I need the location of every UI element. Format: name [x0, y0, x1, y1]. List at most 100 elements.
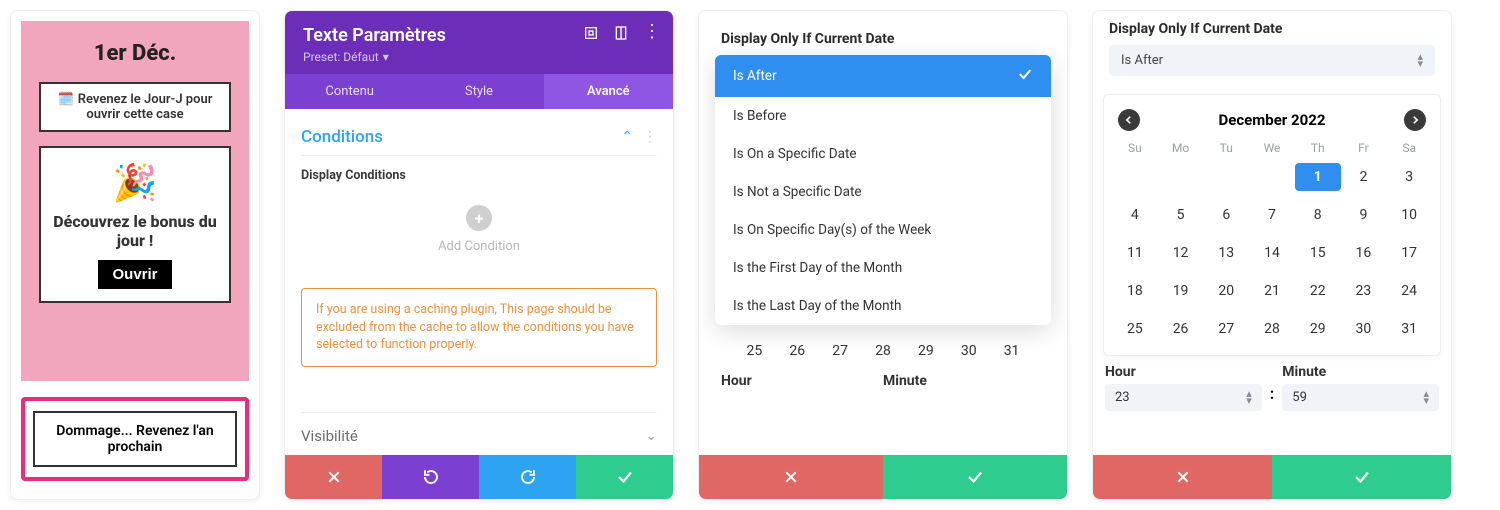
calendar-day[interactable]: 9: [1341, 201, 1387, 229]
calendar-day[interactable]: 28: [1249, 315, 1295, 343]
time-inputs: Hour 23 ▴▾ : Minute 59 ▴▾: [1093, 364, 1451, 421]
calendar-day[interactable]: 5: [1158, 201, 1204, 229]
month-title: December 2022: [1219, 111, 1326, 129]
calendar-day[interactable]: 10: [1386, 201, 1432, 229]
weekday-label: Fr: [1341, 141, 1387, 155]
weekday-label: Su: [1112, 141, 1158, 155]
condition-calendar-panel: Display Only If Current Date Is After ▴▾…: [1092, 10, 1452, 500]
calendar-day[interactable]: 27: [819, 343, 862, 359]
calendar-day[interactable]: 29: [1295, 315, 1341, 343]
select-value: Is After: [1121, 53, 1163, 68]
dropdown-option[interactable]: Is the First Day of the Month: [715, 249, 1051, 287]
hour-input[interactable]: 23 ▴▾: [1105, 384, 1262, 411]
calendar-day[interactable]: 30: [1341, 315, 1387, 343]
calendar-day[interactable]: 12: [1158, 239, 1204, 267]
save-button[interactable]: [883, 455, 1067, 499]
expand-icon[interactable]: [583, 25, 599, 45]
minute-value: 59: [1292, 390, 1307, 405]
condition-heading: Display Only If Current Date: [721, 31, 1051, 47]
calendar-day[interactable]: 22: [1295, 277, 1341, 305]
tab-advanced[interactable]: Avancé: [544, 74, 673, 109]
calendar-day[interactable]: 31: [990, 343, 1033, 359]
stepper-icon: ▴▾: [1423, 391, 1429, 404]
calendar-day[interactable]: 28: [862, 343, 905, 359]
calendar-day[interactable]: 21: [1249, 277, 1295, 305]
calendar-day[interactable]: 30: [947, 343, 990, 359]
calendar-day[interactable]: 25: [733, 343, 776, 359]
dropdown-option[interactable]: Is Not a Specific Date: [715, 173, 1051, 211]
calendar-day[interactable]: 19: [1158, 277, 1204, 305]
calendar-day[interactable]: 2: [1341, 163, 1387, 191]
missed-box[interactable]: Dommage... Revenez l'an prochain: [33, 411, 237, 467]
dropdown-option[interactable]: Is Before: [715, 97, 1051, 135]
cancel-button[interactable]: [285, 455, 382, 499]
tab-style[interactable]: Style: [414, 74, 543, 109]
chevron-down-icon: ⌄: [645, 428, 657, 444]
settings-tabs: Contenu Style Avancé: [285, 74, 673, 109]
minute-label: Minute: [1282, 364, 1439, 380]
calendar-icon: 🗓️: [58, 92, 74, 107]
calendar-day[interactable]: 15: [1295, 239, 1341, 267]
calendar-day[interactable]: 26: [776, 343, 819, 359]
cancel-button[interactable]: [699, 455, 883, 499]
dropdown-option[interactable]: Is After: [715, 55, 1051, 97]
display-conditions-label: Display Conditions: [301, 168, 657, 183]
save-button[interactable]: [576, 455, 673, 499]
calendar-day[interactable]: 6: [1203, 201, 1249, 229]
hour-label: Hour: [1105, 364, 1262, 380]
calendar-day[interactable]: 23: [1341, 277, 1387, 305]
add-condition[interactable]: + Add Condition: [301, 205, 657, 254]
calendar-day[interactable]: 4: [1112, 201, 1158, 229]
layout-icon[interactable]: [613, 25, 629, 45]
condition-select[interactable]: Is After ▴▾: [1109, 45, 1435, 76]
calendar-day[interactable]: 27: [1203, 315, 1249, 343]
dropdown-option[interactable]: Is On a Specific Date: [715, 135, 1051, 173]
weekday-label: Tu: [1203, 141, 1249, 155]
dropdown-option[interactable]: Is the Last Day of the Month: [715, 287, 1051, 325]
tab-content[interactable]: Contenu: [285, 74, 414, 109]
date-title: 1er Déc.: [94, 41, 176, 66]
action-footer: [1093, 455, 1451, 499]
time-colon: :: [1270, 384, 1275, 411]
calendar: December 2022 SuMoTuWeThFrSa 12345678910…: [1103, 94, 1441, 356]
calendar-day[interactable]: 24: [1386, 277, 1432, 305]
dropdown-option[interactable]: Is On Specific Day(s) of the Week: [715, 211, 1051, 249]
prev-month-button[interactable]: [1118, 109, 1140, 131]
cancel-button[interactable]: [1093, 455, 1272, 499]
calendar-day[interactable]: 8: [1295, 201, 1341, 229]
visibility-section-header[interactable]: Visibilité ⌄: [301, 412, 657, 455]
calendar-day[interactable]: 31: [1386, 315, 1432, 343]
stepper-icon: ▴▾: [1246, 391, 1252, 404]
settings-body: Conditions ⌃ ⋮ Display Conditions + Add …: [285, 109, 673, 455]
section-more-icon[interactable]: ⋮: [643, 129, 657, 145]
header-icons: ⋮: [583, 25, 661, 45]
conditions-section-header[interactable]: Conditions ⌃ ⋮: [301, 127, 657, 156]
calendar-day[interactable]: 14: [1249, 239, 1295, 267]
calendar-day[interactable]: 25: [1112, 315, 1158, 343]
weekday-label: Th: [1295, 141, 1341, 155]
next-month-button[interactable]: [1404, 109, 1426, 131]
calendar-days-grid: 1234567891011121314151617181920212223242…: [1112, 163, 1432, 343]
calendar-day[interactable]: 11: [1112, 239, 1158, 267]
calendar-day[interactable]: 26: [1158, 315, 1204, 343]
preset-selector[interactable]: Preset: Défaut ▾: [303, 50, 655, 64]
calendar-day[interactable]: 1: [1295, 163, 1341, 191]
action-footer: [285, 455, 673, 499]
calendar-day[interactable]: 29: [904, 343, 947, 359]
calendar-day[interactable]: 20: [1203, 277, 1249, 305]
save-button[interactable]: [1272, 455, 1451, 499]
cache-warning: If you are using a caching plugin, This …: [301, 288, 657, 367]
calendar-day[interactable]: 18: [1112, 277, 1158, 305]
calendar-day[interactable]: 3: [1386, 163, 1432, 191]
redo-button[interactable]: [479, 455, 576, 499]
more-icon[interactable]: ⋮: [643, 25, 661, 45]
settings-header: Texte Paramètres Preset: Défaut ▾ ⋮: [285, 11, 673, 74]
calendar-day[interactable]: 17: [1386, 239, 1432, 267]
calendar-day[interactable]: 13: [1203, 239, 1249, 267]
open-button[interactable]: Ouvrir: [98, 260, 171, 289]
minute-input[interactable]: 59 ▴▾: [1282, 384, 1439, 411]
chevron-up-icon[interactable]: ⌃: [621, 129, 633, 145]
undo-button[interactable]: [382, 455, 479, 499]
calendar-day[interactable]: 7: [1249, 201, 1295, 229]
calendar-day[interactable]: 16: [1341, 239, 1387, 267]
